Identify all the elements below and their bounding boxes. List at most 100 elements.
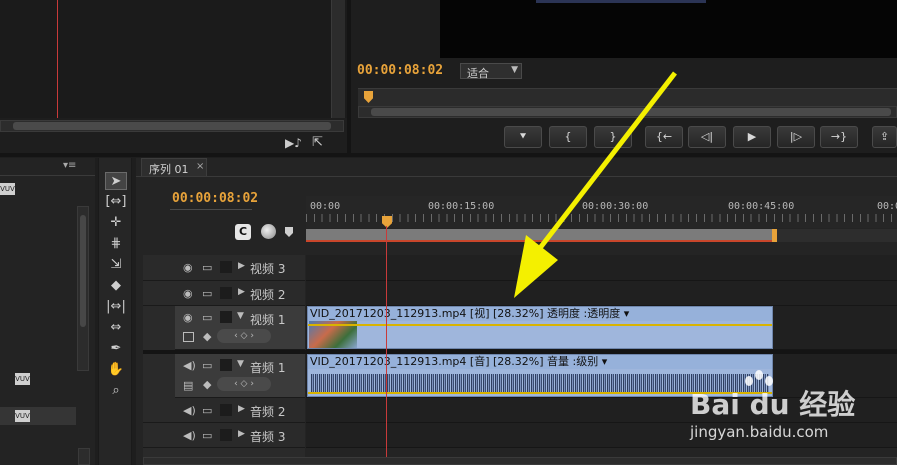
keyframe-icon[interactable]: ◆ bbox=[203, 378, 211, 391]
speaker-icon[interactable]: ◀) bbox=[183, 404, 196, 417]
bottom-scrollbar[interactable] bbox=[78, 448, 90, 465]
keyframe-icon[interactable]: ◆ bbox=[203, 330, 211, 343]
track-header-audio3[interactable]: ◀) ▭ ▶ 音频 3 bbox=[143, 423, 305, 448]
collapse-triangle-icon[interactable]: ▼ bbox=[237, 359, 244, 369]
track-header-audio1[interactable]: ◀) ▭ ▼ 音频 1 ▤ ◆ ‹ ◇ › bbox=[175, 354, 305, 398]
export-frame-icon[interactable]: ⇱ bbox=[312, 135, 323, 150]
film-icon[interactable]: ▭ bbox=[202, 287, 212, 300]
track-label-audio3: 音频 3 bbox=[250, 430, 286, 444]
selected-project-row[interactable] bbox=[0, 407, 76, 425]
track-label-audio2: 音频 2 bbox=[250, 405, 286, 419]
snap-icon[interactable]: C bbox=[235, 224, 251, 240]
media-clip-icon: VUV bbox=[15, 373, 30, 385]
video-clip[interactable]: VID_20171203_112913.mp4 [视] [28.32%] 透明度… bbox=[307, 306, 773, 349]
eye-icon[interactable]: ◉ bbox=[183, 261, 193, 274]
work-area-remainder bbox=[777, 229, 897, 242]
source-monitor-area bbox=[0, 0, 347, 118]
ruler-label-15: 00:00:15:00 bbox=[428, 201, 495, 212]
program-timecode[interactable]: 00:00:08:02 bbox=[357, 63, 443, 78]
annotation-arrow bbox=[514, 71, 677, 298]
media-clip-icon-2: VUV bbox=[15, 410, 30, 422]
speaker-icon[interactable]: ◀) bbox=[183, 429, 196, 442]
timeline-playhead[interactable] bbox=[386, 226, 387, 465]
vertical-divider bbox=[347, 0, 351, 153]
timeline-hscroll[interactable] bbox=[143, 457, 897, 465]
track-header-video1[interactable]: ◉ ▭ ▼ 视频 1 ◆ ‹ ◇ › bbox=[175, 306, 305, 350]
baidu-watermark-paw bbox=[741, 368, 781, 408]
waveform-style-icon[interactable]: ▤ bbox=[183, 379, 193, 392]
film-icon[interactable]: ▭ bbox=[202, 311, 212, 324]
track-label-video2: 视频 2 bbox=[250, 288, 286, 302]
film-icon[interactable]: ▭ bbox=[202, 261, 212, 274]
program-frame-strip bbox=[536, 0, 706, 3]
tab-close-icon[interactable]: × bbox=[196, 161, 204, 172]
lock-toggle[interactable] bbox=[220, 404, 232, 416]
track-header-video2[interactable]: ◉ ▭ ▶ 视频 2 bbox=[143, 281, 305, 306]
source-playhead bbox=[57, 0, 58, 118]
speaker-icon[interactable]: ◀) bbox=[183, 359, 196, 372]
sequence-tab-label: 序列 01 bbox=[149, 163, 189, 176]
track-select-tool-icon[interactable]: [⇔] bbox=[105, 193, 127, 211]
timecode-underline bbox=[170, 209, 252, 210]
eye-icon[interactable]: ◉ bbox=[183, 287, 193, 300]
play-button[interactable]: ▶ bbox=[733, 126, 771, 148]
selection-tool-icon[interactable]: ➤ bbox=[105, 172, 127, 190]
program-playhead-marker[interactable] bbox=[364, 91, 373, 103]
annotation-arrow-shaft bbox=[538, 71, 677, 250]
opacity-line[interactable] bbox=[308, 324, 772, 326]
panel-menu-icon[interactable]: ▾≡ bbox=[63, 160, 76, 171]
keyframe-nav[interactable]: ‹ ◇ › bbox=[217, 377, 271, 391]
program-video-frame bbox=[440, 0, 897, 58]
film-icon[interactable]: ▭ bbox=[202, 429, 212, 442]
source-vscroll[interactable] bbox=[331, 0, 345, 118]
lock-toggle[interactable] bbox=[220, 429, 232, 441]
eye-icon[interactable]: ◉ bbox=[183, 311, 193, 324]
lock-toggle[interactable] bbox=[220, 287, 232, 299]
paw-toe-3 bbox=[765, 376, 773, 386]
panel-header-line bbox=[0, 175, 95, 176]
keyframe-nav[interactable]: ‹ ◇ › bbox=[217, 329, 271, 343]
ripple-edit-tool-icon[interactable]: ✛ bbox=[105, 214, 127, 232]
slip-tool-icon[interactable]: |⇔| bbox=[105, 298, 127, 316]
lock-toggle[interactable] bbox=[220, 261, 232, 273]
expand-triangle-icon[interactable]: ▶ bbox=[238, 429, 245, 439]
baidu-watermark-url: jingyan.baidu.com bbox=[690, 423, 829, 441]
step-back-button[interactable]: ◁| bbox=[688, 126, 726, 148]
expand-triangle-icon[interactable]: ▶ bbox=[238, 404, 245, 414]
slide-tool-icon[interactable]: ⇔ bbox=[105, 319, 127, 337]
source-hscroll[interactable] bbox=[0, 120, 344, 132]
source-hscroll-thumb[interactable] bbox=[13, 122, 331, 130]
track-header-audio2[interactable]: ◀) ▭ ▶ 音频 2 bbox=[143, 398, 305, 423]
lock-toggle[interactable] bbox=[220, 311, 232, 323]
project-scroll-thumb[interactable] bbox=[80, 215, 86, 327]
rolling-edit-tool-icon[interactable]: ⋕ bbox=[105, 235, 127, 253]
link-selection-icon[interactable] bbox=[261, 224, 276, 239]
track-label-video1: 视频 1 bbox=[250, 313, 286, 327]
lock-toggle[interactable] bbox=[220, 359, 232, 371]
step-forward-button[interactable]: |▷ bbox=[777, 126, 815, 148]
sequence-timecode[interactable]: 00:00:08:02 bbox=[172, 191, 258, 206]
rate-stretch-tool-icon[interactable]: ⇲ bbox=[105, 256, 127, 274]
audio-clip-title: VID_20171203_112913.mp4 [音] [28.32%] 音量 … bbox=[308, 355, 772, 369]
track-label-audio1: 音频 1 bbox=[250, 361, 286, 375]
collapse-triangle-icon[interactable]: ▼ bbox=[237, 311, 244, 321]
film-icon[interactable]: ▭ bbox=[202, 359, 212, 372]
project-panel: ▾≡ VUV VUV VUV bbox=[0, 158, 95, 465]
track-label-video3: 视频 3 bbox=[250, 262, 286, 276]
film-icon[interactable]: ▭ bbox=[202, 404, 212, 417]
sequence-tab[interactable]: 序列 01 × bbox=[141, 158, 207, 176]
project-scrollbar[interactable] bbox=[77, 206, 89, 371]
display-style-icon[interactable] bbox=[183, 332, 194, 342]
razor-tool-icon[interactable]: ◆ bbox=[105, 277, 127, 295]
go-to-out-button[interactable]: →} bbox=[820, 126, 858, 148]
expand-triangle-icon[interactable]: ▶ bbox=[238, 261, 245, 271]
annotation-arrow-head bbox=[514, 235, 558, 298]
step-forward-icon[interactable]: ▶♪ bbox=[285, 136, 302, 150]
pen-tool-icon[interactable]: ✒ bbox=[105, 340, 127, 358]
zoom-tool-icon[interactable]: ⌕ bbox=[105, 382, 127, 400]
track-header-video3[interactable]: ◉ ▭ ▶ 视频 3 bbox=[143, 255, 305, 281]
hand-tool-icon[interactable]: ✋ bbox=[105, 361, 127, 379]
expand-triangle-icon[interactable]: ▶ bbox=[238, 287, 245, 297]
fit-select-value: 适合 bbox=[467, 67, 489, 80]
lift-button[interactable]: ⇪ bbox=[872, 126, 897, 148]
